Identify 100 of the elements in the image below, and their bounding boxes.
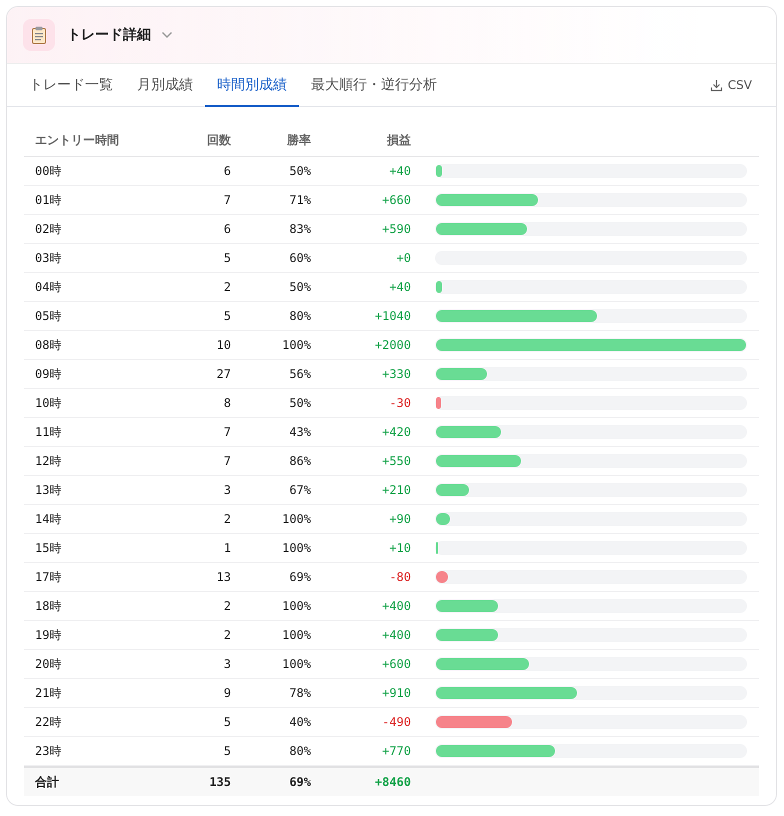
- table-cell-text: 2: [222, 599, 231, 613]
- table-cell-text: 100%: [281, 657, 311, 671]
- table-cell-text: +40: [388, 164, 411, 178]
- table-cell-text: 02時: [35, 220, 62, 238]
- table-cell-text: 9: [222, 686, 231, 700]
- table-cell-text: 5: [222, 251, 231, 265]
- table-cell-text: 100%: [281, 541, 311, 555]
- tab[interactable]: 最大順行・逆行分析: [299, 64, 449, 107]
- table-cell-text: 04時: [35, 278, 62, 296]
- tab[interactable]: トレード一覧: [17, 64, 125, 107]
- table-cell-text: 3: [222, 657, 231, 671]
- table-cell-text: +10: [388, 541, 411, 555]
- table-cell-text: +90: [388, 512, 411, 526]
- table-cell-text: 13: [216, 570, 231, 584]
- table-cell-text: 14時: [35, 510, 62, 528]
- table-cell-text: 合計: [35, 774, 60, 790]
- table-cell-text: 5: [222, 744, 231, 758]
- table-cell-text: 6: [222, 164, 231, 178]
- table-cell-text: 05時: [35, 308, 62, 324]
- clipboard-icon: [23, 19, 55, 51]
- table-cell-text: 67%: [288, 483, 311, 497]
- table-cell-text: -30: [388, 396, 411, 410]
- table-cell-text: 17時: [35, 568, 62, 586]
- table-cell-text: 5: [222, 309, 231, 323]
- column-header: エントリー時間: [35, 132, 120, 149]
- table-cell-text: 71%: [288, 193, 311, 207]
- table-cell-text: 09時: [35, 366, 62, 382]
- table-cell-text: 10時: [35, 394, 62, 412]
- tab[interactable]: 時間別成績: [205, 64, 299, 107]
- table-cell-text: -490: [381, 715, 411, 729]
- column-header: 損益: [386, 132, 411, 149]
- table-cell-text: +8460: [374, 775, 411, 789]
- download-icon: [710, 78, 723, 92]
- table-cell-text: 22時: [35, 714, 62, 730]
- table-cell-text: 56%: [288, 367, 311, 381]
- table-cell-text: 3: [222, 483, 231, 497]
- table-cell-text: 8: [222, 396, 231, 410]
- table-cell-text: 1: [222, 541, 231, 555]
- table-cell-text: +550: [381, 454, 411, 468]
- table-cell-text: 2: [222, 280, 231, 294]
- table-cell-text: 7: [222, 425, 231, 439]
- table-cell-text: 69%: [288, 570, 311, 584]
- table-cell-text: 135: [208, 775, 231, 789]
- table-cell-text: 86%: [288, 454, 311, 468]
- chevron-down-icon[interactable]: [161, 31, 173, 39]
- table-cell-text: +420: [381, 425, 411, 439]
- table-cell-text: 80%: [288, 309, 311, 323]
- table-cell-text: 21時: [35, 684, 62, 702]
- column-header: 回数: [206, 132, 231, 149]
- table-cell-text: 100%: [281, 512, 311, 526]
- table-cell-text: 18時: [35, 598, 62, 614]
- table-cell-text: +2000: [374, 338, 411, 352]
- table-cell-text: +400: [381, 628, 411, 642]
- table-cell-text: 40%: [288, 715, 311, 729]
- table-cell-text: 7: [222, 454, 231, 468]
- table-cell-text: 69%: [288, 775, 311, 789]
- table-cell-text: -80: [388, 570, 411, 584]
- table-cell-text: 11時: [35, 424, 62, 440]
- table-cell-text: 03時: [35, 250, 62, 266]
- table-cell-text: +40: [388, 280, 411, 294]
- tab[interactable]: 月別成績: [125, 64, 205, 107]
- table-cell-text: +910: [381, 686, 411, 700]
- table-cell-text: 50%: [288, 280, 311, 294]
- column-header: 勝率: [286, 132, 311, 149]
- table-cell-text: +330: [381, 367, 411, 381]
- table-cell-text: 50%: [288, 396, 311, 410]
- table-cell-text: 80%: [288, 744, 311, 758]
- table-cell-text: +600: [381, 657, 411, 671]
- table-cell-text: 43%: [288, 425, 311, 439]
- table-cell-text: +770: [381, 744, 411, 758]
- table-cell-text: 100%: [281, 338, 311, 352]
- table-cell-text: +0: [396, 251, 411, 265]
- panel-title: トレード詳細: [67, 26, 151, 44]
- table-cell-text: +1040: [374, 309, 411, 323]
- table-cell-text: 08時: [35, 336, 62, 354]
- table-cell-text: +660: [381, 193, 411, 207]
- table-cell-text: 83%: [288, 222, 311, 236]
- table-cell-text: 5: [222, 715, 231, 729]
- table-cell-text: 12時: [35, 452, 62, 470]
- table-cell-text: 6: [222, 222, 231, 236]
- table-cell-text: 00時: [35, 162, 62, 180]
- table-cell-text: 7: [222, 193, 231, 207]
- table-cell-text: +590: [381, 222, 411, 236]
- table-cell-text: 13時: [35, 482, 62, 498]
- csv-export-button[interactable]: CSV: [696, 64, 766, 106]
- table-cell-text: 10: [216, 338, 231, 352]
- table-cell-text: 2: [222, 628, 231, 642]
- table-cell-text: 78%: [288, 686, 311, 700]
- table-cell-text: 100%: [281, 599, 311, 613]
- table-cell-text: 2: [222, 512, 231, 526]
- table-cell-text: +400: [381, 599, 411, 613]
- table-cell-text: 60%: [288, 251, 311, 265]
- table-cell-text: 19時: [35, 626, 62, 644]
- table-cell-text: 01時: [35, 192, 62, 208]
- table-cell-text: 100%: [281, 628, 311, 642]
- table-cell-text: 50%: [288, 164, 311, 178]
- table-cell-text: 20時: [35, 656, 62, 672]
- table-cell-text: +210: [381, 483, 411, 497]
- table-cell-text: 15時: [35, 540, 62, 556]
- table-cell-text: 27: [216, 367, 231, 381]
